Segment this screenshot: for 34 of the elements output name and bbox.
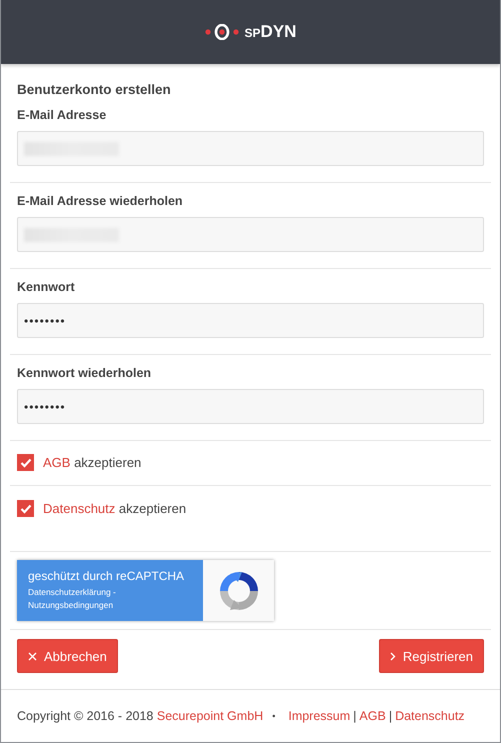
terms-link[interactable]: AGB (43, 455, 70, 470)
terms-link[interactable]: Datenschutz (43, 501, 116, 516)
password-field[interactable]: •••••••• (17, 303, 484, 338)
close-icon (28, 652, 37, 660)
cancel-button[interactable]: Abbrechen (17, 639, 118, 673)
field-label: E-Mail Adresse wiederholen (17, 194, 184, 209)
recaptcha-title: geschützt durch reCAPTCHA (28, 569, 186, 583)
field-label: E-Mail Adresse (17, 108, 108, 123)
check-icon (20, 458, 32, 468)
link-divider: | (353, 709, 356, 723)
separator-dot: • (272, 710, 276, 723)
checkbox[interactable] (17, 454, 34, 471)
email-field[interactable] (17, 217, 484, 252)
check-icon (20, 504, 32, 514)
checkbox[interactable] (17, 500, 34, 517)
logo-text: SPDYN (244, 22, 296, 42)
email-field[interactable] (17, 131, 484, 166)
recaptcha-link[interactable]: Nutzungsbedingungen (28, 599, 203, 612)
footer-link[interactable]: Impressum (288, 709, 350, 723)
password-field[interactable]: •••••••• (17, 389, 484, 424)
recaptcha-link[interactable]: Datenschutzerklärung - (28, 586, 203, 599)
company-link[interactable]: Securepoint GmbH (156, 709, 264, 723)
register-button[interactable]: Registrieren (378, 639, 484, 673)
copyright-text: Copyright © 2016 - 2018 (17, 709, 154, 723)
field-label: Kennwort (17, 280, 76, 295)
checkbox-label: Datenschutz akzeptieren (43, 501, 186, 516)
footer-link[interactable]: AGB (359, 709, 386, 723)
field-label: Kennwort wiederholen (17, 366, 152, 381)
link-divider: | (388, 709, 392, 723)
checkbox-label: AGB akzeptieren (43, 455, 142, 470)
chevron-right-icon (390, 652, 396, 660)
form-title: Benutzerkonto erstellen (17, 82, 172, 97)
logo-icon (204, 24, 239, 40)
footer-link[interactable]: Datenschutz (395, 709, 465, 723)
